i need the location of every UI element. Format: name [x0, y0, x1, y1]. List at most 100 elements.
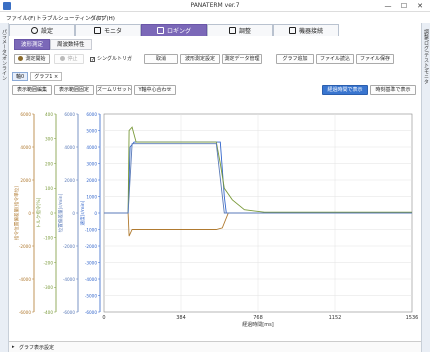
y-tick-label: 4000: [20, 145, 31, 150]
y-tick-label: 300: [45, 137, 53, 142]
y-tick-label: 4000: [86, 145, 97, 150]
monitor-icon: [93, 27, 101, 34]
y-tick-label: 2000: [64, 178, 75, 183]
gear-icon: [30, 27, 38, 34]
graph-append-button[interactable]: グラフ追加: [276, 54, 314, 64]
record-icon: [18, 56, 24, 61]
y-tick-label: 200: [45, 161, 53, 166]
y-tick-label: 6000: [64, 112, 75, 117]
title-bar: PANATERM ver.7 — ☐ ✕: [0, 0, 430, 12]
connection-icon: [288, 27, 296, 34]
y-tick-label: -6000: [19, 310, 32, 315]
y-tick-label: -2000: [85, 244, 98, 249]
window-title: PANATERM ver.7: [190, 2, 240, 9]
stop-button[interactable]: 停止: [54, 54, 84, 64]
elapsed-display-button[interactable]: 経過時間で表示: [322, 85, 368, 95]
y-tick-label: 6000: [86, 112, 97, 117]
expand-icon: ▸: [12, 344, 15, 350]
close-icon[interactable]: ×: [54, 74, 58, 80]
file-load-button[interactable]: ファイル読込: [316, 54, 354, 64]
start-button[interactable]: 測定開始: [14, 54, 50, 64]
left-panel-label[interactable]: パラメータ/オンライン: [1, 29, 8, 81]
graph-tab-graph1[interactable]: グラフ1 ×: [30, 72, 63, 81]
y-tick-label: 6000: [20, 112, 31, 117]
y-tick-label: -4000: [19, 277, 32, 282]
wave-settings-button[interactable]: 波形測定設定: [180, 54, 220, 64]
close-button[interactable]: ✕: [414, 1, 426, 11]
edit-range-button[interactable]: 表示範囲編集: [12, 85, 52, 95]
y-tick-label: 0: [50, 211, 53, 216]
waveform-chart-svg[interactable]: 0 384 768 1152 1536経過時間[ms]6000400020000-200…: [12, 98, 418, 334]
right-side-panel[interactable]: 調整/ログ/テスト/モニタ: [421, 23, 430, 352]
tab-tuning[interactable]: 調整: [207, 24, 273, 36]
time-ref-display-button[interactable]: 時刻基準で表示: [370, 85, 416, 95]
x-tick-label: 1536: [406, 315, 418, 321]
tab-connection[interactable]: 機器接続: [273, 24, 339, 36]
tab-settings[interactable]: 設定: [9, 24, 75, 36]
cancel-button[interactable]: 取消: [144, 54, 178, 64]
y-tick-label: -6000: [63, 310, 76, 315]
y-tick-label: -4000: [63, 277, 76, 282]
graph-toolbar: 表示範囲編集 表示範囲固定 ズームリセット Y軸中心合わせ 経過時間で表示 時刻…: [12, 85, 418, 97]
x-tick-label: 768: [253, 315, 263, 321]
x-tick-label: 384: [176, 315, 186, 321]
graph-tab-axis0[interactable]: 軸0: [12, 72, 29, 81]
single-trigger-checkbox[interactable]: ✓ シングルトリガ: [90, 55, 132, 63]
waveform-chart[interactable]: 0 384 768 1152 1536 経過時間[ms] 6000 4000 2000 0 -200…: [12, 98, 418, 334]
measurement-toolbar: 測定開始 停止 ✓ シングルトリガ 取消 波形測定設定 測定データ管理 グラフ追加…: [14, 54, 416, 66]
subtab-waveform[interactable]: 波形測定: [14, 39, 51, 50]
y-tick-label: -1000: [85, 227, 98, 232]
fix-range-button[interactable]: 表示範囲固定: [54, 85, 94, 95]
y-tick-label: -4000: [85, 277, 98, 282]
y-tick-label: -2000: [63, 244, 76, 249]
menu-file[interactable]: ファイル(F): [6, 14, 35, 22]
maximize-button[interactable]: ☐: [398, 1, 410, 11]
y-tick-label: -5000: [85, 293, 98, 298]
stop-icon: [60, 56, 66, 61]
tuning-icon: [228, 27, 236, 34]
y-tick-label: -6000: [85, 310, 98, 315]
file-save-button[interactable]: ファイル保存: [356, 54, 394, 64]
minimize-button[interactable]: —: [382, 1, 394, 11]
check-icon: ✓: [90, 57, 96, 63]
right-panel-label[interactable]: 調整/ログ/テスト/モニタ: [423, 29, 430, 84]
sub-tabs: 波形測定 周波数特性: [14, 39, 92, 50]
y-tick-label: 0: [28, 211, 31, 216]
tab-logging[interactable]: ロギング: [141, 24, 207, 36]
y-tick-label: -2000: [19, 244, 32, 249]
y-tick-label: 3000: [86, 161, 97, 166]
y-tick-label: -400: [43, 310, 53, 315]
y-center-button[interactable]: Y軸中心合わせ: [134, 85, 176, 95]
x-tick-label: 0: [102, 315, 105, 321]
x-tick-label: 1152: [329, 315, 342, 321]
y-tick-label: -3000: [85, 260, 98, 265]
y-tick-label: 2000: [20, 178, 31, 183]
menu-help[interactable]: ヘルプ(H): [90, 14, 115, 22]
y-tick-label: -200: [43, 260, 53, 265]
data-management-button[interactable]: 測定データ管理: [222, 54, 262, 64]
x-axis-label: 経過時間[ms]: [242, 321, 273, 328]
graph-display-settings-bar[interactable]: ▸ グラフ表示設定: [9, 341, 421, 352]
y-tick-label: 2000: [86, 178, 97, 183]
y-axis-label: 指令位置偏差量[指令単位]: [13, 186, 20, 240]
graph-tabs: 軸0 グラフ1 ×: [12, 72, 63, 82]
y-axis-label: トルク指令[%]: [35, 197, 42, 228]
subtab-frequency[interactable]: 周波数特性: [50, 39, 92, 50]
y-tick-label: 1000: [86, 194, 97, 199]
y-tick-label: -100: [43, 236, 53, 241]
left-side-panel[interactable]: パラメータ/オンライン: [0, 23, 9, 352]
zoom-reset-button[interactable]: ズームリセット: [96, 85, 132, 95]
y-tick-label: -300: [43, 285, 53, 290]
y-tick-label: 100: [45, 186, 53, 191]
main-tabs: 設定 モニタ ロギング 調整 機器接続: [9, 24, 421, 36]
y-axis-label: 位置偏差量[r/min]: [57, 193, 64, 232]
logging-icon: [156, 27, 164, 34]
y-tick-label: 0: [72, 211, 75, 216]
y-tick-label: 400: [45, 112, 53, 117]
y-tick-label: 0: [94, 211, 97, 216]
menu-bar: ファイル(F) トラブルシューティング(T) ヘルプ(H): [0, 12, 430, 23]
y-tick-label: 5000: [86, 128, 97, 133]
tab-monitor[interactable]: モニタ: [75, 24, 141, 36]
y-axis-label: 速度[r/min]: [79, 200, 86, 225]
graph-display-settings-label: グラフ表示設定: [19, 345, 55, 351]
